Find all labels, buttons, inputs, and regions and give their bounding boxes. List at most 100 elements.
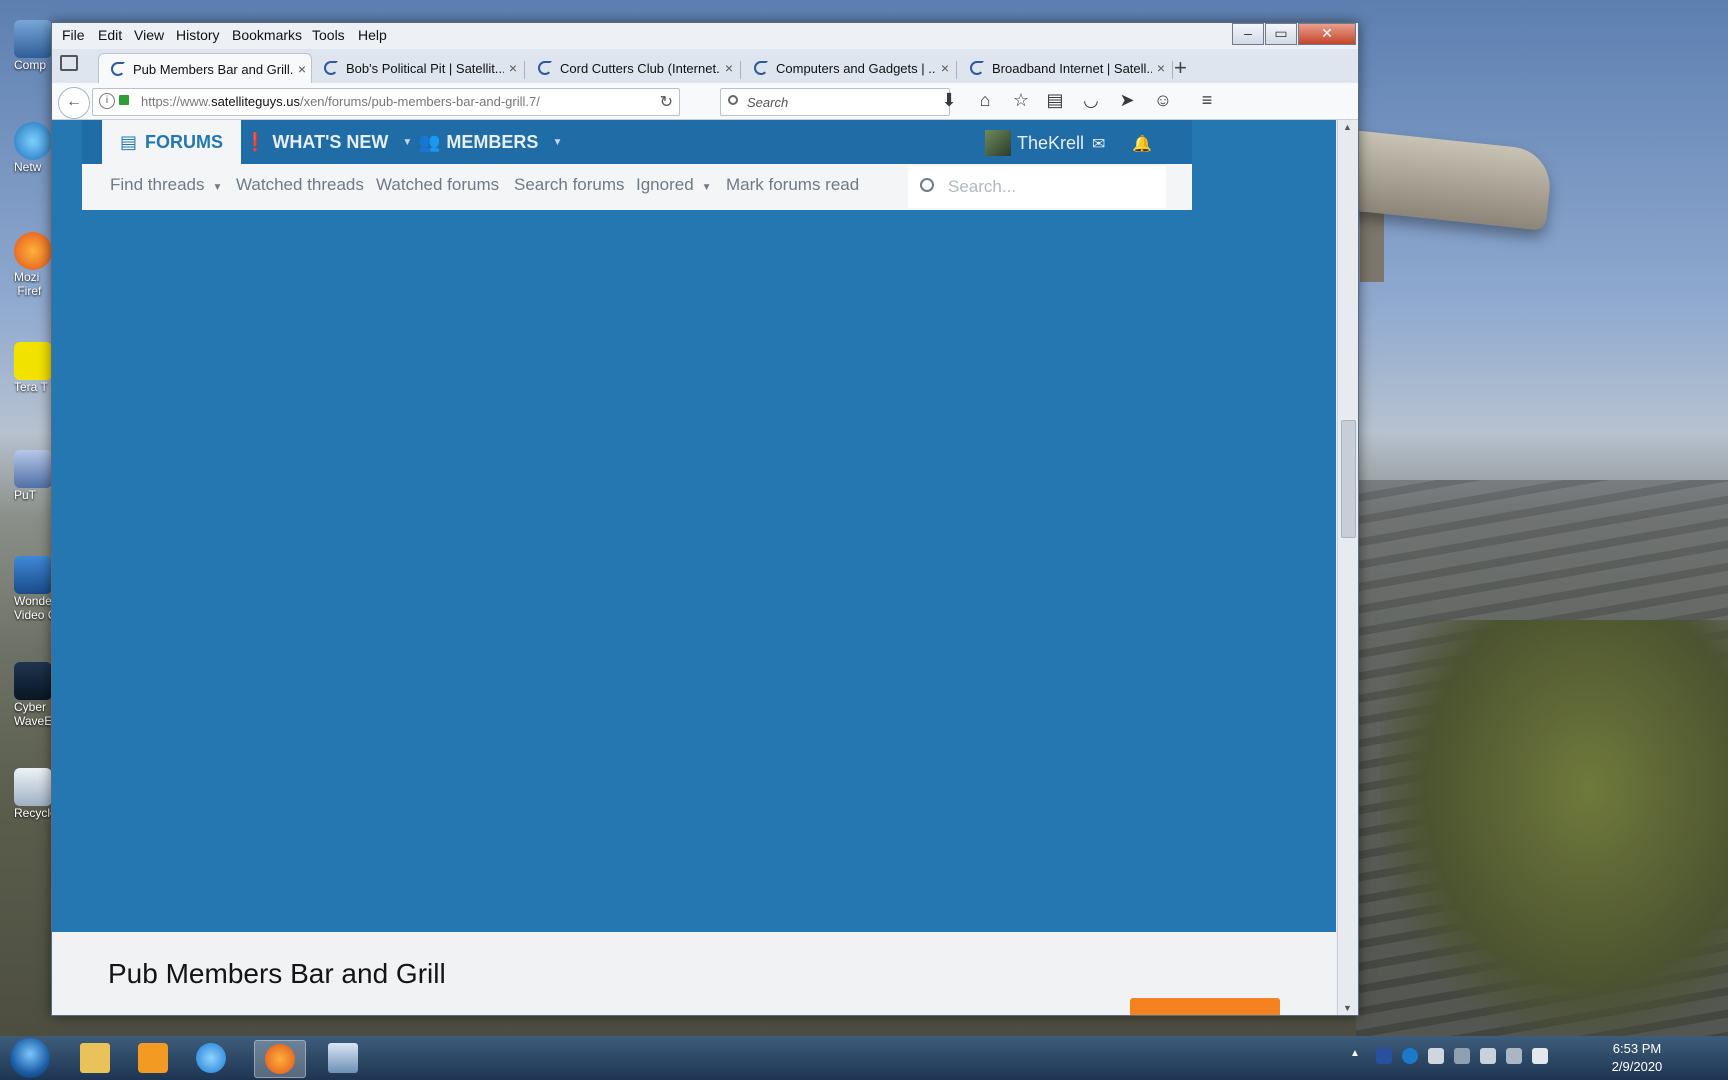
chevron-down-icon: ▼ (701, 182, 712, 193)
close-tab-icon[interactable]: × (720, 60, 738, 76)
satelliteguys-favicon-icon (754, 61, 768, 75)
bookmarks-list-icon[interactable]: ▤ (1044, 89, 1066, 111)
scroll-thumb[interactable] (1341, 420, 1356, 538)
tab-separator (740, 61, 741, 79)
tab-separator (1172, 61, 1173, 79)
post-thread-button[interactable] (1130, 998, 1280, 1015)
tray-app-icon[interactable] (1376, 1048, 1392, 1064)
tray-sync-icon[interactable] (1402, 1048, 1418, 1064)
subnav-mark-forums-read[interactable]: Mark forums read (726, 175, 859, 195)
close-tab-icon[interactable]: × (504, 60, 522, 76)
taskbar-app[interactable] (318, 1040, 368, 1076)
search-icon (920, 178, 934, 192)
alerts-bell-icon[interactable]: 🔔 (1132, 134, 1152, 154)
scroll-up-icon[interactable]: ▲ (1343, 122, 1352, 132)
page-viewport: ▤ FORUMS ❗ WHAT'S NEW ▼ 👥 MEMBERS ▼ TheK… (52, 120, 1336, 1015)
feedback-smiley-icon[interactable]: ☺ (1152, 89, 1174, 111)
send-tab-icon[interactable]: ➤ (1116, 89, 1138, 111)
subnav-watched-forums[interactable]: Watched forums (376, 175, 499, 195)
downloads-icon[interactable]: ⬇ (938, 89, 960, 111)
site-info-icon[interactable]: i (99, 93, 115, 109)
menu-bar: File Edit View History Bookmarks Tools H… (52, 23, 1358, 49)
firefox-icon (14, 232, 52, 270)
web-search-box[interactable]: Search (720, 88, 950, 116)
subnav-search-forums[interactable]: Search forums (514, 175, 625, 195)
subnav-watched-threads[interactable]: Watched threads (236, 175, 364, 195)
avatar (984, 130, 1011, 156)
page-title-area: Pub Members Bar and Grill (52, 932, 1336, 1015)
whats-new-dropdown-icon[interactable]: ▼ (402, 137, 412, 148)
tray-network-icon[interactable] (1454, 1048, 1470, 1064)
menu-view[interactable]: View (134, 27, 164, 43)
start-button-icon[interactable] (10, 1038, 50, 1078)
user-account-link[interactable]: TheKrell (984, 130, 1084, 156)
page-title: Pub Members Bar and Grill (108, 958, 446, 989)
chevron-down-icon: ▼ (212, 182, 223, 193)
subnav-ignored[interactable]: Ignored ▼ (636, 175, 712, 195)
menu-file[interactable]: File (62, 27, 85, 43)
taskbar-explorer[interactable] (70, 1040, 120, 1076)
new-tab-button[interactable]: + (1174, 55, 1187, 81)
waveform-icon (14, 662, 52, 700)
forums-chat-icon: ▤ (120, 131, 138, 152)
nav-tab-forums[interactable]: ▤ FORUMS (102, 120, 242, 164)
menu-bookmarks[interactable]: Bookmarks (232, 27, 302, 43)
satelliteguys-favicon-icon (324, 61, 338, 75)
secure-lock-icon (119, 95, 129, 105)
close-window-button[interactable]: ✕ (1298, 23, 1356, 45)
inbox-envelope-icon[interactable]: ✉ (1092, 134, 1105, 154)
print-icon[interactable] (60, 55, 78, 71)
folder-icon (80, 1043, 110, 1073)
tray-expand-icon[interactable]: ▲ (1350, 1048, 1366, 1064)
pocket-icon[interactable]: ◡ (1080, 89, 1102, 111)
taskbar: ▲ 6:53 PM 2/9/2020 (0, 1036, 1728, 1080)
browser-window: File Edit View History Bookmarks Tools H… (51, 22, 1359, 1016)
reload-icon[interactable]: ↻ (660, 92, 673, 112)
taskbar-clock[interactable]: 6:53 PM 2/9/2020 (1552, 1040, 1722, 1076)
tab-strip: Pub Members Bar and Grill... × Bob's Pol… (52, 49, 1358, 84)
subnav-find-threads[interactable]: Find threads ▼ (110, 175, 222, 195)
bookmark-star-icon[interactable]: ☆ (1010, 89, 1032, 111)
tab-broadband-internet[interactable]: Broadband Internet | Satell... × (958, 53, 1170, 83)
tray-pen-icon[interactable] (1428, 1048, 1444, 1064)
site-nav-bar: ▤ FORUMS ❗ WHAT'S NEW ▼ 👥 MEMBERS ▼ TheK… (82, 120, 1192, 164)
menu-tools[interactable]: Tools (312, 27, 345, 43)
back-button[interactable]: ← (58, 87, 90, 119)
hamburger-menu-icon[interactable]: ≡ (1196, 89, 1218, 111)
close-tab-icon[interactable]: × (293, 61, 311, 77)
teraterm-icon (14, 342, 52, 380)
page-scrollbar[interactable]: ▲ ▼ (1337, 120, 1358, 1015)
members-people-icon: 👥 (418, 131, 441, 152)
menu-history[interactable]: History (176, 27, 220, 43)
tray-display-icon[interactable] (1506, 1048, 1522, 1064)
taskbar-firefox[interactable] (254, 1040, 306, 1078)
desktop-wallpaper-grass (1380, 620, 1728, 1040)
tab-computers-gadgets[interactable]: Computers and Gadgets | ... × (742, 53, 954, 83)
putty-icon (14, 450, 52, 488)
close-tab-icon[interactable]: × (936, 60, 954, 76)
navigation-toolbar: ← i https://www.satelliteguys.us/xen/for… (52, 83, 1358, 120)
tab-bobs-political-pit[interactable]: Bob's Political Pit | Satellit... × (312, 53, 522, 83)
members-dropdown-icon[interactable]: ▼ (552, 137, 562, 148)
scroll-down-icon[interactable]: ▼ (1343, 1003, 1352, 1013)
internet-explorer-icon (196, 1043, 226, 1073)
satelliteguys-favicon-icon (111, 62, 125, 76)
address-bar[interactable]: i https://www.satelliteguys.us/xen/forum… (92, 88, 680, 116)
nav-tab-members[interactable]: 👥 MEMBERS ▼ (418, 120, 562, 164)
search-icon (728, 95, 738, 105)
menu-edit[interactable]: Edit (98, 27, 122, 43)
tray-action-center-flag-icon[interactable] (1532, 1048, 1548, 1064)
tray-volume-icon[interactable] (1480, 1048, 1496, 1064)
nav-tab-whats-new[interactable]: ❗ WHAT'S NEW ▼ (244, 120, 412, 164)
taskbar-media-player[interactable] (128, 1040, 178, 1076)
site-search-input[interactable]: Search... (908, 166, 1166, 208)
home-icon[interactable]: ⌂ (974, 89, 996, 111)
menu-help[interactable]: Help (358, 27, 387, 43)
app-window-icon (328, 1043, 358, 1073)
close-tab-icon[interactable]: × (1152, 60, 1170, 76)
tab-cord-cutters[interactable]: Cord Cutters Club (Internet... × (526, 53, 738, 83)
maximize-button[interactable]: ▭ (1265, 23, 1297, 45)
taskbar-internet-explorer[interactable] (186, 1040, 236, 1076)
minimize-button[interactable]: – (1232, 23, 1264, 45)
tab-pub-members[interactable]: Pub Members Bar and Grill... × (98, 53, 312, 84)
